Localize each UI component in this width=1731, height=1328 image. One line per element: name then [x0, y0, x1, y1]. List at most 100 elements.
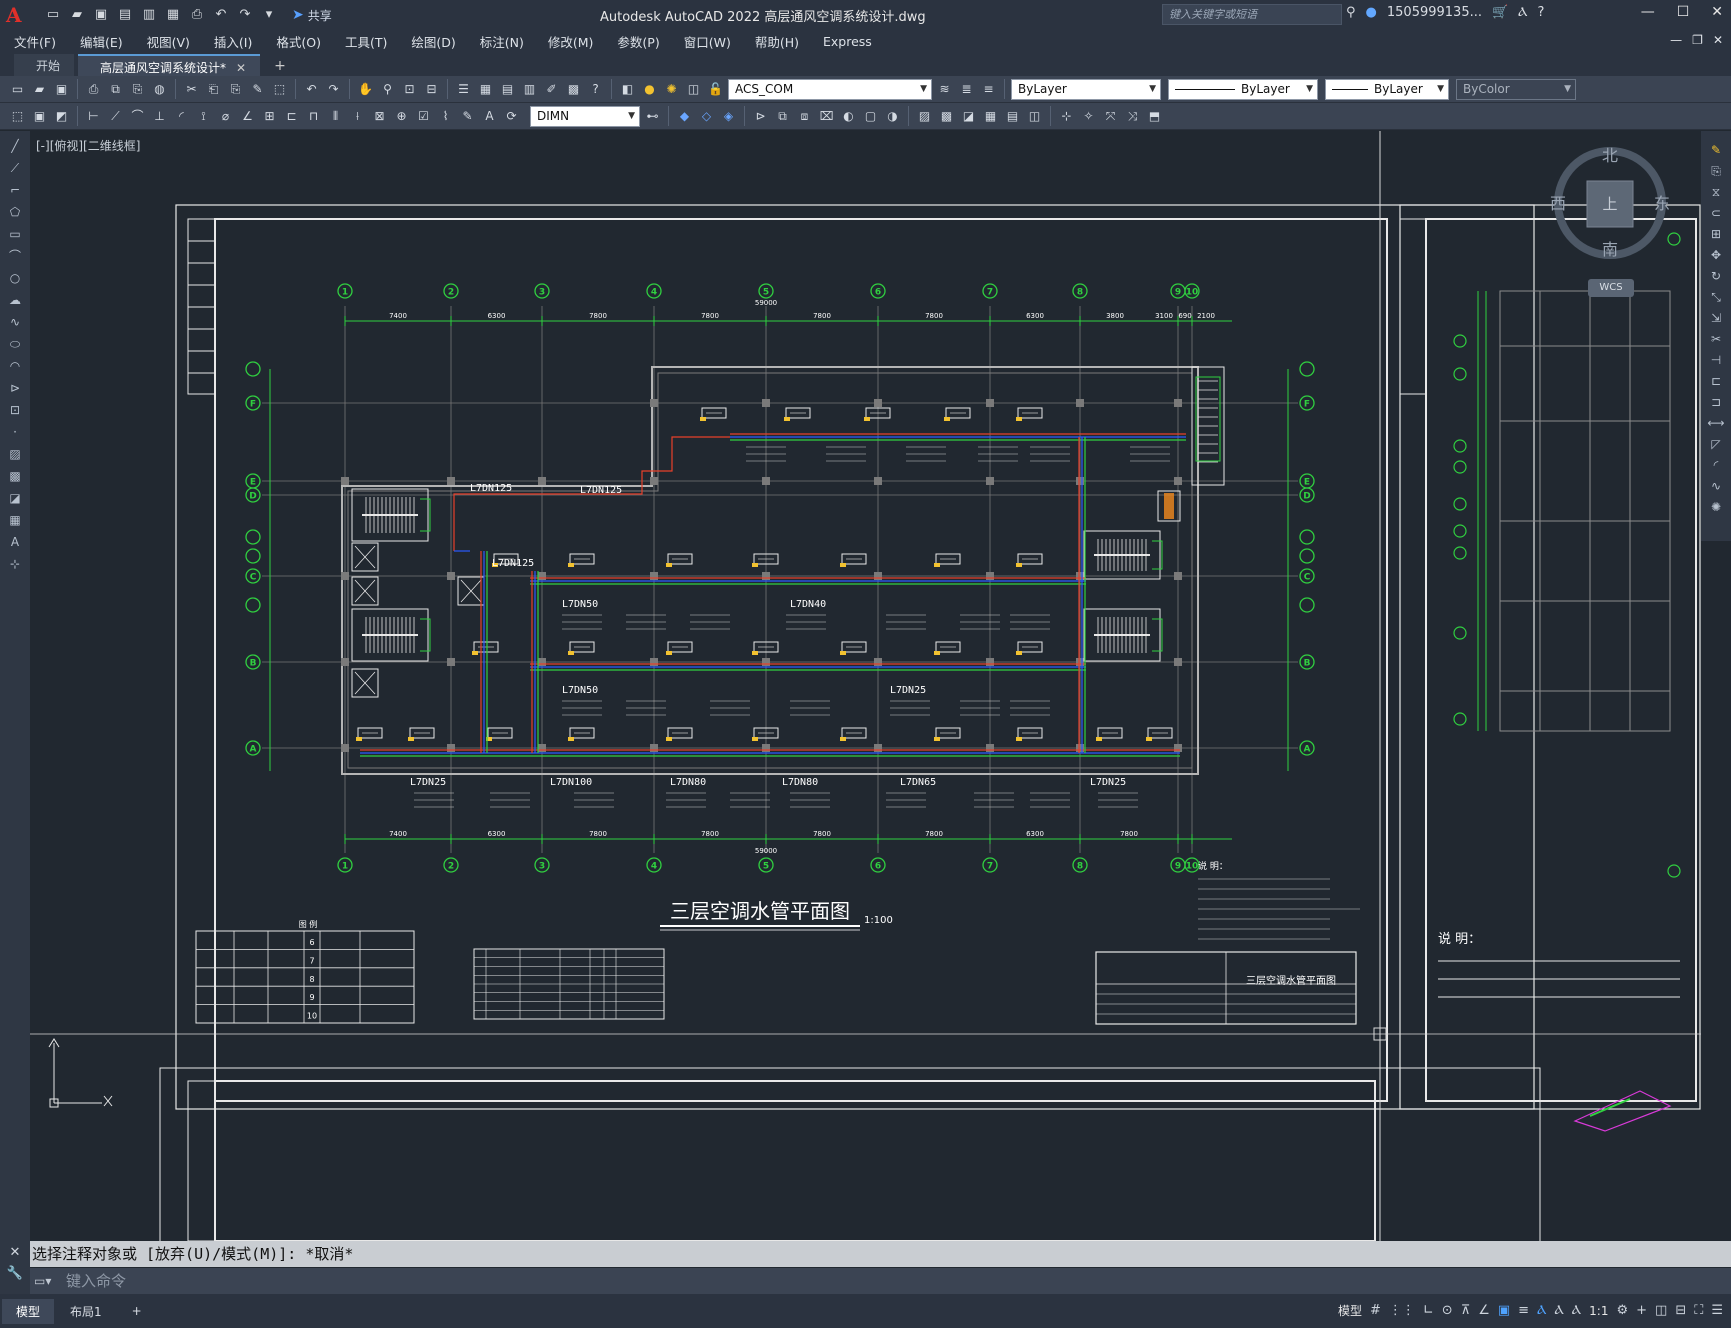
- close-tab-icon[interactable]: ✕: [236, 61, 246, 75]
- customize-menu-icon[interactable]: ☰: [1711, 1303, 1723, 1318]
- viewcube-west[interactable]: 西: [1550, 194, 1566, 213]
- layer-previous-icon[interactable]: ≣: [957, 80, 976, 99]
- circle-icon[interactable]: ○: [6, 269, 24, 287]
- add-vertex-icon[interactable]: ⊹: [1057, 107, 1076, 126]
- ungroup-icon[interactable]: ◇: [697, 107, 716, 126]
- search-icon[interactable]: ⚲: [1346, 5, 1356, 20]
- command-input[interactable]: ▭▾ 键入命令: [30, 1268, 1731, 1294]
- menu-item[interactable]: 文件(F): [14, 32, 56, 51]
- region-icon[interactable]: ◪: [959, 107, 978, 126]
- group-icon[interactable]: ◆: [675, 107, 694, 126]
- zoom-previous-icon[interactable]: ⊟: [422, 80, 441, 99]
- mirror-icon[interactable]: ⧖: [1707, 183, 1725, 201]
- design-center-icon[interactable]: ▦: [476, 80, 495, 99]
- frame-icon[interactable]: ▢: [861, 107, 880, 126]
- line-icon[interactable]: ╱: [6, 137, 24, 155]
- add-selected-icon[interactable]: ⊹: [6, 555, 24, 573]
- doc-close-icon[interactable]: ✕: [1713, 33, 1723, 47]
- linear-dim-icon[interactable]: ⊢: [84, 107, 103, 126]
- dim-space-icon[interactable]: ⫴: [326, 107, 345, 126]
- arc-length-icon[interactable]: ⌒: [128, 107, 147, 126]
- polyline-icon[interactable]: ⌐: [6, 181, 24, 199]
- open-file-icon[interactable]: ▰: [68, 7, 86, 23]
- menu-item[interactable]: 参数(P): [617, 32, 659, 51]
- spline-icon[interactable]: ∿: [6, 313, 24, 331]
- trim-icon[interactable]: ✂: [1707, 330, 1725, 348]
- arc-icon[interactable]: ⌒: [6, 247, 24, 265]
- polar-icon[interactable]: ⊙: [1442, 1303, 1453, 1318]
- new-tab-button[interactable]: +: [264, 58, 296, 76]
- layer-properties-icon[interactable]: ◧: [618, 80, 637, 99]
- clip-icon[interactable]: ⌧: [817, 107, 836, 126]
- save-web-icon[interactable]: ▦: [164, 7, 182, 23]
- layer-thaw-icon[interactable]: ✺: [662, 80, 681, 99]
- match-properties-icon[interactable]: ✎: [248, 80, 267, 99]
- menu-item[interactable]: 工具(T): [345, 32, 387, 51]
- menu-item[interactable]: 视图(V): [147, 32, 190, 51]
- insert-block-icon[interactable]: ⊳: [6, 379, 24, 397]
- plot-icon[interactable]: ⎙: [188, 7, 206, 23]
- dim-break-icon[interactable]: ⟊: [348, 107, 367, 126]
- xref-icon[interactable]: ⧉: [773, 107, 792, 126]
- save-icon[interactable]: ▣: [92, 7, 110, 23]
- dim-text-edit-icon[interactable]: A: [480, 107, 499, 126]
- center-mark-icon[interactable]: ⊕: [392, 107, 411, 126]
- array-icon[interactable]: ⊞: [1707, 225, 1725, 243]
- table-icon[interactable]: ▦: [6, 511, 24, 529]
- 3d-print-icon[interactable]: ◍: [150, 80, 169, 99]
- attach-icon[interactable]: ⧈: [795, 107, 814, 126]
- blend-icon[interactable]: ∿: [1707, 477, 1725, 495]
- insert-block-icon[interactable]: ⊳: [751, 107, 770, 126]
- undo-icon[interactable]: ↶: [302, 80, 321, 99]
- tool-palettes-icon[interactable]: ▤: [498, 80, 517, 99]
- offset-icon[interactable]: ⊂: [1707, 204, 1725, 222]
- menu-item[interactable]: 格式(O): [276, 32, 321, 51]
- maximize-icon[interactable]: ☐: [1677, 4, 1690, 20]
- quick-properties-icon[interactable]: ⊟: [1675, 1303, 1686, 1318]
- annotation-scale-value[interactable]: 1:1: [1589, 1304, 1608, 1318]
- block-editor-icon[interactable]: ⬚: [270, 80, 289, 99]
- break-icon[interactable]: ⊐: [1707, 393, 1725, 411]
- construction-line-icon[interactable]: ⟋: [6, 159, 24, 177]
- viewcube-east[interactable]: 东: [1654, 194, 1670, 213]
- model-space-label[interactable]: 模型: [1338, 1302, 1362, 1319]
- revcloud-icon[interactable]: ☁: [6, 291, 24, 309]
- redo-icon[interactable]: ↷: [324, 80, 343, 99]
- sheet-set-icon[interactable]: ▥: [520, 80, 539, 99]
- make-layer-current-icon[interactable]: ≋: [935, 80, 954, 99]
- point-icon[interactable]: ·: [6, 423, 24, 441]
- menu-item[interactable]: Express: [823, 34, 872, 49]
- menu-item[interactable]: 修改(M): [548, 32, 594, 51]
- user-icon[interactable]: ●: [1366, 5, 1377, 20]
- region-icon[interactable]: ◪: [6, 489, 24, 507]
- viewport-controls[interactable]: [-][俯视][二维线框]: [36, 137, 140, 154]
- tab-drawing[interactable]: 高层通风空调系统设计* ✕: [78, 54, 261, 76]
- join-icon[interactable]: ⟷: [1707, 414, 1725, 432]
- mtext-icon[interactable]: A: [6, 533, 24, 551]
- walk-icon[interactable]: ⤧: [1101, 107, 1120, 126]
- layer-iso-icon[interactable]: ◩: [52, 107, 71, 126]
- plus-icon[interactable]: +: [1636, 1303, 1647, 1318]
- color-select[interactable]: ByLayer ▼: [1011, 78, 1161, 100]
- publish-icon[interactable]: ⎘: [128, 80, 147, 99]
- angular-dim-icon[interactable]: ∠: [238, 107, 257, 126]
- copy-icon[interactable]: ⎘: [1707, 162, 1725, 180]
- doc-restore-icon[interactable]: ❐: [1692, 33, 1703, 47]
- tab-start[interactable]: 开始: [14, 54, 75, 76]
- block-icon[interactable]: ▣: [30, 107, 49, 126]
- inspect-icon[interactable]: ☑: [414, 107, 433, 126]
- layer-viewport-icon[interactable]: ◫: [684, 80, 703, 99]
- tab-model[interactable]: 模型: [2, 1298, 55, 1324]
- command-prompt-icon[interactable]: ▭▾: [34, 1268, 51, 1294]
- render-icon[interactable]: ✧: [1079, 107, 1098, 126]
- auto-scale-icon[interactable]: Ⲁ: [1554, 1303, 1563, 1318]
- aligned-dim-icon[interactable]: ⟋: [106, 107, 125, 126]
- continue-dim-icon[interactable]: ⊓: [304, 107, 323, 126]
- wcs-menu[interactable]: WCS: [1588, 279, 1634, 297]
- ole-icon[interactable]: ◑: [883, 107, 902, 126]
- radius-dim-icon[interactable]: ◜: [172, 107, 191, 126]
- layer-lock-icon[interactable]: 🔓: [706, 80, 725, 99]
- viewcube[interactable]: 北 南 东 西 上: [1550, 141, 1670, 281]
- menu-item[interactable]: 标注(N): [480, 32, 524, 51]
- open-icon[interactable]: ▰: [30, 80, 49, 99]
